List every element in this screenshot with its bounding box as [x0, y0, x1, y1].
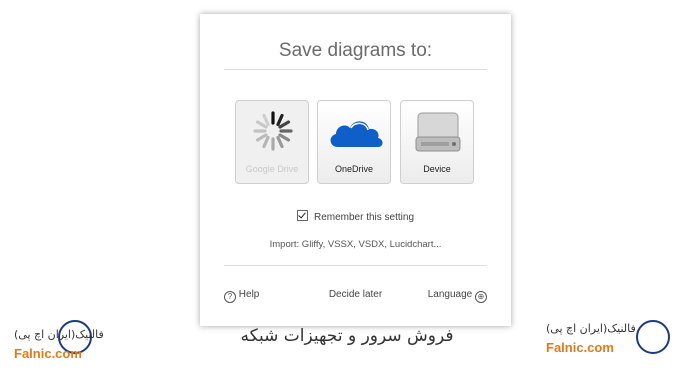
- decide-later-label: Decide later: [328, 289, 383, 300]
- falnic-logo-right: فالنیک(ایران اچ پی) Falnic.com: [546, 316, 686, 372]
- globe-icon: ⊕: [475, 291, 487, 303]
- seal-icon: [636, 320, 670, 354]
- onedrive-cloud-icon: [330, 121, 383, 147]
- brand-fa-right: فالنیک(ایران اچ پی): [546, 322, 636, 335]
- divider: [224, 69, 487, 70]
- brand-en-right: Falnic.com: [546, 340, 614, 355]
- import-formats-text[interactable]: Import: Gliffy, VSSX, VSDX, Lucidchart..…: [200, 239, 511, 250]
- brand-fa-left: فالنیک(ایران اچ پی): [14, 328, 104, 341]
- device-label: Device: [423, 164, 451, 174]
- falnic-logo-left: فالنیک(ایران اچ پی) Falnic.com: [14, 316, 174, 372]
- google-drive-label: Google Drive: [245, 164, 299, 174]
- device-option[interactable]: Device: [400, 100, 474, 184]
- divider: [224, 265, 487, 266]
- onedrive-option[interactable]: OneDrive: [317, 100, 391, 184]
- language-label: Language: [427, 289, 473, 300]
- hard-drive-icon: [415, 112, 461, 152]
- onedrive-label: OneDrive: [334, 164, 373, 174]
- dialog-title: Save diagrams to:: [278, 40, 433, 61]
- brand-en-left: Falnic.com: [14, 346, 82, 361]
- save-diagrams-dialog: Save diagrams to: Google Drive OneDrive …: [200, 14, 511, 326]
- remember-checkbox[interactable]: [296, 210, 308, 221]
- remember-setting-row[interactable]: Remember this setting: [200, 210, 511, 223]
- language-selector[interactable]: Language ⊕: [428, 289, 487, 303]
- remember-label: Remember this setting: [313, 212, 415, 223]
- google-drive-option[interactable]: Google Drive: [235, 100, 309, 184]
- loading-spinner-icon: [253, 111, 293, 151]
